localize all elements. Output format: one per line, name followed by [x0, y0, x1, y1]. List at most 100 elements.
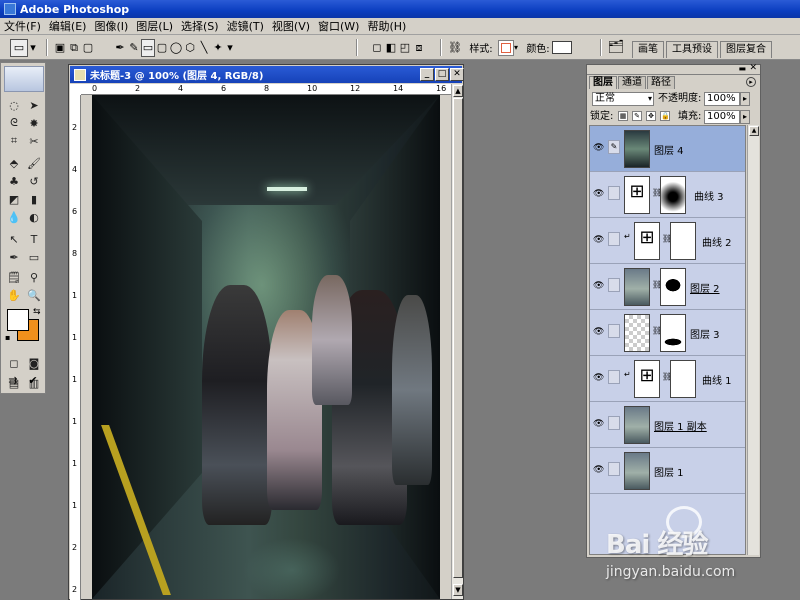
visibility-eye-icon[interactable]: 👁 [593, 465, 604, 475]
eyedropper-icon[interactable]: ⚲ [25, 269, 43, 285]
swap-colors-icon[interactable]: ⇆ [33, 307, 41, 317]
pen-tool-icon[interactable]: ✒ [5, 249, 23, 265]
link-box[interactable] [608, 324, 620, 338]
lasso-tool-icon[interactable]: ᘓ [5, 115, 23, 131]
visibility-eye-icon[interactable]: 👁 [593, 281, 604, 291]
eraser-icon[interactable]: ◩ [5, 191, 23, 207]
tab-tool-presets[interactable]: 工具预设 [666, 41, 718, 58]
menu-select[interactable]: 选择(S) [177, 19, 223, 34]
layer-row[interactable]: 👁 ⛓ 图层 2 [590, 264, 745, 310]
blur-tool-icon[interactable]: 💧 [5, 209, 23, 225]
palette-close-button[interactable]: ✕ [749, 63, 757, 73]
dodge-tool-icon[interactable]: ◐ [25, 209, 43, 225]
new-selection-icon[interactable]: ▣ [53, 39, 67, 57]
lock-image-icon[interactable]: ✎ [632, 111, 642, 121]
default-colors-icon[interactable]: ▪ [5, 333, 10, 342]
menu-layer[interactable]: 图层(L) [132, 19, 177, 34]
document-title-bar[interactable]: 未标题-3 @ 100% (图层 4, RGB/8) _ □ ✕ [70, 66, 464, 83]
combine-icon[interactable]: ◻ [370, 39, 384, 57]
scroll-down-icon[interactable]: ▼ [453, 584, 463, 596]
horizontal-ruler[interactable]: 0 2 4 6 8 10 12 14 16 [81, 84, 451, 95]
pen-tool-icon[interactable]: ✒ [113, 39, 127, 57]
visibility-eye-icon[interactable]: 👁 [593, 419, 604, 429]
tab-brushes[interactable]: 画笔 [632, 41, 664, 58]
magic-wand-icon[interactable]: ✸ [25, 115, 43, 131]
brush-tool-icon[interactable]: 🖌 [25, 155, 43, 171]
visibility-eye-icon[interactable]: 👁 [593, 235, 604, 245]
intersect-icon[interactable]: ◰ [398, 39, 412, 57]
quick-mask-icon[interactable]: ◙ [25, 355, 43, 371]
vertical-ruler[interactable]: 2 4 6 8 1 1 1 1 1 1 2 2 [70, 95, 81, 600]
menu-edit[interactable]: 编辑(E) [45, 19, 91, 34]
visibility-eye-icon[interactable]: 👁 [593, 373, 604, 383]
jump-to-imageready-icon[interactable]: ⇉ [4, 374, 22, 390]
menu-window[interactable]: 窗口(W) [314, 19, 363, 34]
add-selection-icon[interactable]: ⧉ [67, 39, 81, 57]
link-box[interactable] [608, 186, 620, 200]
palette-well-icon[interactable]: 🗂 [606, 38, 626, 57]
color-swatch[interactable] [552, 38, 572, 57]
layer-row[interactable]: 👁 ↵ ⊞ ⛓ 曲线 1 [590, 356, 745, 402]
vertical-scrollbar[interactable]: ▲ ▼ [451, 84, 463, 599]
layers-scrollbar[interactable]: ▲ [747, 125, 759, 555]
scroll-up-icon[interactable]: ▲ [749, 126, 759, 136]
menu-view[interactable]: 视图(V) [268, 19, 314, 34]
gradient-tool-icon[interactable]: ▮ [25, 191, 43, 207]
visibility-eye-icon[interactable]: 👁 [593, 143, 604, 153]
link-box[interactable] [608, 278, 620, 292]
checkmark-icon[interactable]: ✔ [24, 374, 42, 390]
layer-row[interactable]: 👁 ⊞ ⛓ 曲线 3 [590, 172, 745, 218]
foreground-color-swatch[interactable] [7, 309, 29, 331]
visibility-eye-icon[interactable]: 👁 [593, 327, 604, 337]
minimize-button[interactable]: _ [420, 68, 434, 81]
fill-input[interactable]: 100% [704, 110, 740, 124]
layer-row[interactable]: 👁 ⛓ 图层 3 [590, 310, 745, 356]
image-canvas[interactable] [92, 95, 440, 599]
opacity-input[interactable]: 100% [704, 92, 740, 106]
layer-row[interactable]: 👁 图层 1 副本 [590, 402, 745, 448]
link-box[interactable] [608, 462, 620, 476]
menu-filter[interactable]: 滤镜(T) [223, 19, 268, 34]
ruler-origin[interactable] [70, 84, 81, 95]
tab-channels[interactable]: 通道 [618, 76, 646, 89]
marquee-tool-icon[interactable]: ◌ [5, 97, 23, 113]
maximize-button[interactable]: □ [435, 68, 449, 81]
subtract-selection-icon[interactable]: ▢ [81, 39, 95, 57]
menu-file[interactable]: 文件(F) [0, 19, 45, 34]
crop-tool-icon[interactable]: ⌗ [5, 133, 23, 149]
layer-row[interactable]: 👁 图层 1 [590, 448, 745, 494]
rectangle-tool-icon[interactable]: ▭ [25, 249, 43, 265]
tool-preset-picker[interactable]: ▭ ▾ [6, 38, 42, 57]
style-picker[interactable]: ▾ [496, 38, 520, 57]
zoom-tool-icon[interactable]: 🔍 [25, 287, 43, 303]
layer-row[interactable]: 👁 ✎ 图层 4 [590, 126, 745, 172]
palette-menu-button[interactable]: ▸ [746, 77, 756, 87]
slice-tool-icon[interactable]: ✂ [25, 133, 43, 149]
adobe-feather-logo[interactable] [4, 66, 44, 92]
close-button[interactable]: ✕ [450, 68, 464, 81]
scrollbar-thumb[interactable] [453, 98, 463, 578]
layer-row[interactable]: 👁 ↵ ⊞ ⛓ 曲线 2 [590, 218, 745, 264]
path-selection-icon[interactable]: ↖ [5, 231, 23, 247]
rectangle-shape-icon[interactable]: ▭ [141, 38, 155, 57]
move-tool-icon[interactable]: ➤ [25, 97, 43, 113]
tab-layer-comps[interactable]: 图层复合 [720, 41, 772, 58]
lock-transparency-icon[interactable]: ▦ [618, 111, 628, 121]
subtract-icon[interactable]: ◧ [384, 39, 398, 57]
healing-brush-icon[interactable]: ⬘ [5, 155, 23, 171]
line-icon[interactable]: ╲ [197, 39, 211, 57]
notes-tool-icon[interactable]: 🗒 [5, 269, 23, 285]
hand-tool-icon[interactable]: ✋ [5, 287, 23, 303]
fill-slider-button[interactable]: ▸ [740, 110, 750, 124]
link-box[interactable] [608, 232, 620, 246]
palette-title-bar[interactable]: ▬ ✕ [587, 63, 760, 75]
lock-all-icon[interactable]: 🔒 [660, 111, 670, 121]
link-box[interactable] [608, 416, 620, 430]
history-brush-icon[interactable]: ↺ [25, 173, 43, 189]
link-box[interactable] [608, 370, 620, 384]
exclude-icon[interactable]: ⧈ [412, 39, 426, 57]
scroll-up-icon[interactable]: ▲ [453, 85, 463, 97]
freeform-pen-icon[interactable]: ✎ [127, 39, 141, 57]
palette-minimize-button[interactable]: ▬ [738, 64, 746, 73]
brush-icon[interactable]: ✎ [608, 140, 620, 154]
